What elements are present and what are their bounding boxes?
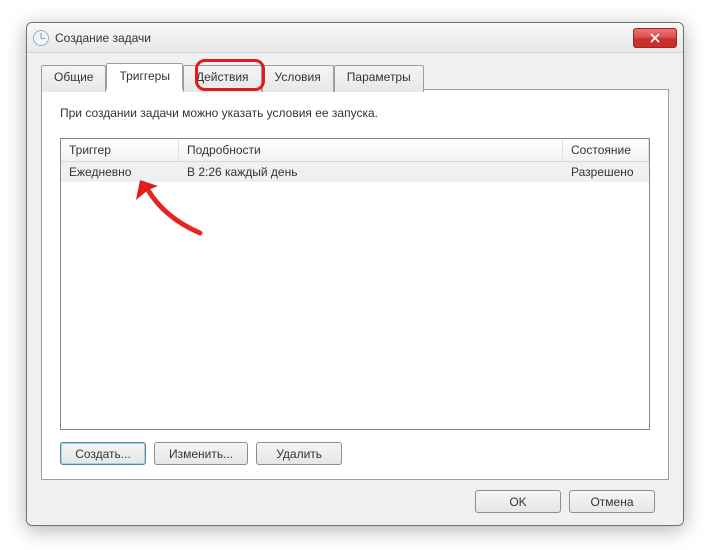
tab-general[interactable]: Общие — [41, 65, 106, 92]
col-header-trigger[interactable]: Триггер — [61, 139, 179, 161]
col-header-state[interactable]: Состояние — [563, 139, 649, 161]
tab-panel-triggers: При создании задачи можно указать услови… — [41, 89, 669, 480]
triggers-listview[interactable]: Триггер Подробности Состояние Ежедневно … — [60, 138, 650, 430]
create-button[interactable]: Создать... — [60, 442, 146, 465]
table-row[interactable]: Ежедневно В 2:26 каждый день Разрешено — [61, 162, 649, 182]
col-header-details[interactable]: Подробности — [179, 139, 563, 161]
tab-actions[interactable]: Действия — [183, 65, 262, 92]
dialog-body: Общие Триггеры Действия Условия Параметр… — [27, 53, 683, 525]
cell-trigger: Ежедневно — [61, 162, 179, 182]
create-task-dialog: Создание задачи Общие Триггеры Действия … — [26, 22, 684, 526]
close-icon — [650, 33, 660, 43]
tab-settings[interactable]: Параметры — [334, 65, 424, 92]
trigger-action-buttons: Создать... Изменить... Удалить — [60, 442, 650, 465]
cell-details: В 2:26 каждый день — [179, 162, 563, 182]
tabstrip: Общие Триггеры Действия Условия Параметр… — [41, 63, 669, 90]
window-title: Создание задачи — [55, 31, 633, 45]
tab-conditions[interactable]: Условия — [262, 65, 334, 92]
edit-button[interactable]: Изменить... — [154, 442, 248, 465]
dialog-footer: OK Отмена — [41, 480, 669, 513]
listview-body: Ежедневно В 2:26 каждый день Разрешено — [61, 162, 649, 429]
cancel-button[interactable]: Отмена — [569, 490, 655, 513]
ok-button[interactable]: OK — [475, 490, 561, 513]
titlebar: Создание задачи — [27, 23, 683, 53]
instruction-text: При создании задачи можно указать услови… — [60, 106, 650, 120]
clock-icon — [33, 30, 49, 46]
close-button[interactable] — [633, 28, 677, 48]
delete-button[interactable]: Удалить — [256, 442, 342, 465]
cell-state: Разрешено — [563, 162, 649, 182]
tab-triggers[interactable]: Триггеры — [106, 63, 183, 90]
listview-header: Триггер Подробности Состояние — [61, 139, 649, 162]
